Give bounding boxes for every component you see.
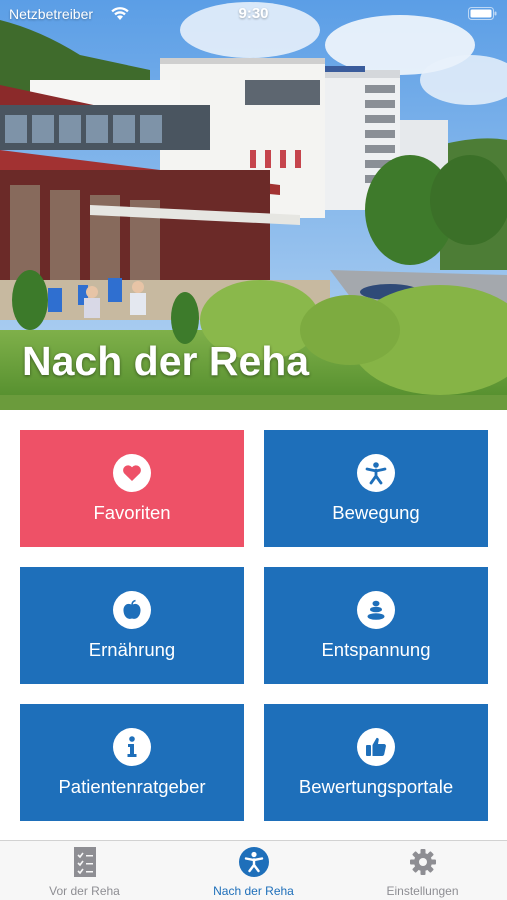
hero-title: Nach der Reha	[22, 338, 310, 384]
stones-icon	[357, 591, 395, 629]
checklist-icon	[70, 847, 100, 877]
tile-label: Favoriten	[93, 502, 171, 523]
tile-label: Bewegung	[332, 502, 420, 523]
thumbs-up-icon	[357, 728, 395, 766]
tab-label: Einstellungen	[386, 884, 459, 898]
tile-ernaehrung[interactable]: Ernährung	[20, 567, 244, 684]
tab-bar: Vor der Reha Nach der Reha Einstellungen	[0, 840, 507, 900]
battery-icon	[468, 7, 497, 20]
tile-entspannung[interactable]: Entspannung	[264, 567, 488, 684]
tile-label: Entspannung	[321, 639, 431, 660]
tile-bewertungsportale[interactable]: Bewertungsportale	[264, 704, 488, 821]
tile-patientenratgeber[interactable]: Patientenratgeber	[20, 704, 244, 821]
person-circle-icon	[239, 847, 269, 877]
heart-icon	[113, 454, 151, 492]
status-bar: Netzbetreiber 9:30	[0, 0, 507, 30]
tile-favoriten[interactable]: Favoriten	[20, 430, 244, 547]
tab-vor-der-reha[interactable]: Vor der Reha	[0, 841, 169, 900]
person-exercise-icon	[357, 454, 395, 492]
tab-label: Vor der Reha	[49, 884, 120, 898]
info-icon	[113, 728, 151, 766]
status-time: 9:30	[238, 5, 269, 22]
hero-banner: Nach der Reha	[0, 0, 507, 410]
tile-bewegung[interactable]: Bewegung	[264, 430, 488, 547]
tab-label: Nach der Reha	[213, 884, 294, 898]
tile-label: Ernährung	[88, 639, 176, 660]
gear-icon	[408, 847, 438, 877]
tile-label: Bewertungsportale	[298, 776, 454, 797]
category-grid: Favoriten Bewegung Ernährung Entspannung…	[20, 430, 488, 821]
tile-label: Patientenratgeber	[58, 776, 206, 797]
tab-einstellungen[interactable]: Einstellungen	[338, 841, 507, 900]
tab-nach-der-reha[interactable]: Nach der Reha	[169, 841, 338, 900]
apple-icon	[113, 591, 151, 629]
